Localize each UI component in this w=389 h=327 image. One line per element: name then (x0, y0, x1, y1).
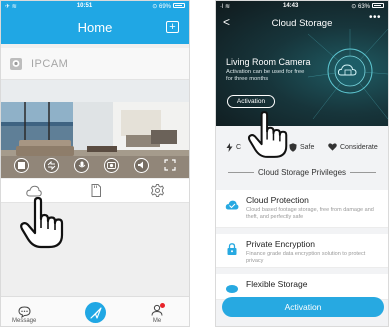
device-name: Living Room Camera (226, 57, 311, 67)
microphone-icon (78, 161, 85, 167)
cloud-hero-banner: ·l ≋ 14:43 ⊙ 63% < Cloud Storage ••• Liv… (216, 1, 388, 126)
cloud-storage-screen: ·l ≋ 14:43 ⊙ 63% < Cloud Storage ••• Liv… (215, 0, 389, 327)
divider (227, 172, 254, 173)
heart-icon (328, 143, 337, 151)
page-title: Cloud Storage (271, 17, 333, 29)
privileges-heading: Cloud Storage Privileges (216, 168, 388, 177)
camera-icon (10, 57, 22, 70)
add-device-button[interactable]: + (166, 21, 179, 33)
status-time: 14:43 (282, 3, 299, 9)
sd-card-icon[interactable] (91, 184, 102, 197)
preview-controls (1, 154, 189, 176)
fullscreen-icon[interactable] (163, 159, 176, 171)
screenshot-button[interactable] (103, 157, 119, 173)
card-title: Flexible Storage (246, 279, 308, 289)
switch-icon (47, 160, 56, 170)
speaker-icon (137, 161, 143, 169)
cloud-icon[interactable] (26, 185, 42, 197)
shield-icon (289, 142, 297, 152)
home-screen: ✈ ≋ 10:51 ⊙ 69% Home + IPCAM Message Me (0, 0, 190, 327)
feature-convenient: C (226, 142, 241, 152)
card-title: Private Encryption (246, 239, 315, 249)
tab-message[interactable]: Message (12, 306, 36, 324)
feature-safe: Safe (289, 142, 314, 152)
battery-icon (172, 3, 185, 9)
status-bar: ·l ≋ 14:43 ⊙ 63% (216, 1, 388, 11)
status-battery: ⊙ 63% (351, 3, 384, 10)
lightning-icon (226, 142, 233, 152)
free-trial-note: Activation can be used for free for thre… (226, 69, 305, 82)
cloud-protection-icon (225, 200, 239, 210)
camera-capture-icon (106, 162, 116, 169)
camera-name: IPCAM (31, 57, 69, 70)
storage-icon (226, 285, 238, 293)
cloud-tech-graphic (308, 29, 388, 120)
card-title: Cloud Protection (246, 195, 309, 205)
status-time: 10:51 (76, 3, 93, 9)
tap-hand-icon (248, 111, 288, 158)
more-menu-button[interactable]: ••• (369, 12, 381, 23)
camera-list-item[interactable]: IPCAM (1, 48, 189, 80)
status-bar: ✈ ≋ 10:51 ⊙ 69% (1, 1, 189, 11)
page-title: Home (77, 20, 113, 35)
stop-icon (18, 161, 26, 169)
chat-bubble-icon (18, 306, 31, 318)
privilege-card-cloud-protection: Cloud Protection Cloud based footage sto… (216, 190, 388, 228)
status-left: ✈ ≋ (5, 3, 17, 10)
feature-considerate: Considerate (328, 143, 378, 151)
activation-button[interactable]: Activation (222, 297, 384, 317)
tab-me[interactable]: Me (151, 303, 165, 324)
switch-button[interactable] (44, 157, 60, 173)
card-description: Cloud based footage storage, free from d… (246, 207, 374, 220)
privilege-card-private-encryption: Private Encryption Finance grade data en… (216, 234, 388, 268)
bottom-tab-bar: Message Me (1, 296, 189, 326)
notification-dot (160, 303, 165, 308)
stop-button[interactable] (14, 157, 30, 173)
settings-gear-icon[interactable] (151, 184, 165, 197)
talk-button[interactable] (74, 157, 90, 173)
tap-hand-icon (20, 197, 64, 249)
lock-icon (227, 243, 237, 255)
back-button[interactable]: < (223, 15, 230, 29)
divider (350, 172, 377, 173)
send-icon (89, 306, 102, 319)
tab-message-label: Message (12, 318, 37, 324)
battery-icon (372, 3, 384, 9)
quick-action-button[interactable] (85, 302, 106, 323)
card-description: Finance grade data encryption solution t… (246, 251, 366, 264)
sound-button[interactable] (133, 157, 149, 173)
tab-me-label: Me (152, 318, 162, 324)
feature-tags: C Safe Considerate (216, 138, 388, 156)
activation-button-small[interactable]: Activation (227, 95, 275, 108)
status-left: ·l ≋ (220, 3, 231, 10)
status-battery: ⊙ 69% (152, 3, 185, 10)
home-header: Home + (1, 11, 189, 44)
